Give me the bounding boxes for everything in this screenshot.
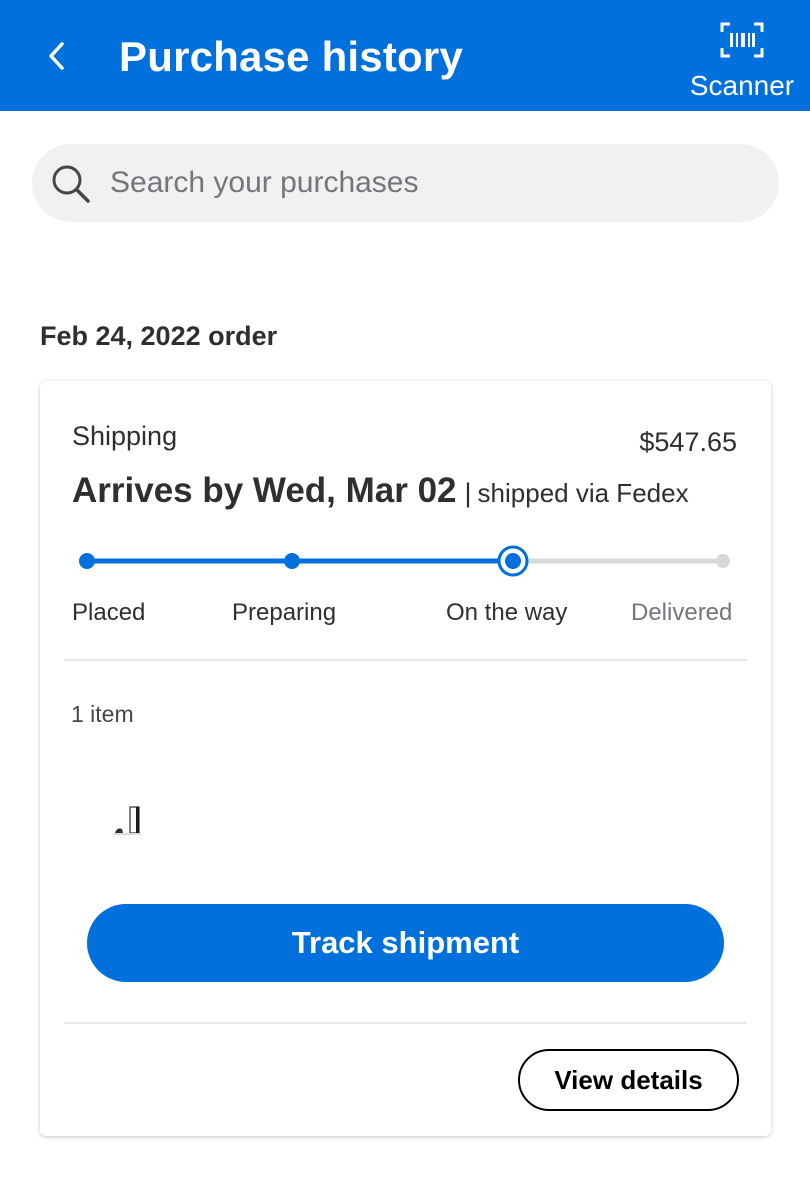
arrival-date: Arrives by Wed, Mar 02	[72, 471, 457, 510]
scanner-label: Scanner	[689, 70, 795, 101]
search-icon	[52, 165, 90, 203]
order-total: $547.65	[639, 427, 737, 457]
progress-dot-placed	[79, 553, 95, 569]
track-shipment-button[interactable]: Track shipment	[87, 904, 724, 982]
item-count: 1 item	[71, 701, 134, 727]
scanner-button[interactable]: Scanner	[684, 18, 800, 102]
progress-dot-delivered	[716, 554, 730, 568]
chevron-left-icon	[49, 42, 64, 70]
order-date-heading: Feb 24, 2022 order	[40, 321, 278, 351]
search-bar[interactable]	[32, 144, 779, 222]
divider	[64, 1022, 747, 1024]
order-card: Shipping $547.65 Arrives by Wed, Mar 02 |…	[40, 381, 771, 1136]
arrival-line: Arrives by Wed, Mar 02 | shipped via Fedex	[72, 471, 689, 511]
step-label-on-the-way: On the way	[446, 599, 568, 626]
back-button[interactable]	[38, 34, 74, 78]
view-details-button[interactable]: View details	[518, 1049, 739, 1111]
step-label-preparing: Preparing	[232, 599, 337, 626]
divider	[64, 659, 747, 661]
step-label-placed: Placed	[72, 599, 146, 626]
progress-dot-preparing	[284, 553, 300, 569]
shipping-status-label: Shipping	[72, 421, 178, 451]
carrier-info: shipped via Fedex	[477, 478, 689, 508]
search-input[interactable]	[110, 158, 750, 208]
page-title: Purchase history	[119, 33, 463, 80]
progress-tracker	[79, 545, 730, 577]
separator: |	[464, 478, 472, 508]
app-header: Purchase history Scanner	[0, 0, 810, 111]
console-product-image[interactable]	[110, 801, 150, 841]
step-label-delivered: Delivered	[631, 599, 733, 626]
barcode-scanner-icon	[720, 22, 764, 58]
